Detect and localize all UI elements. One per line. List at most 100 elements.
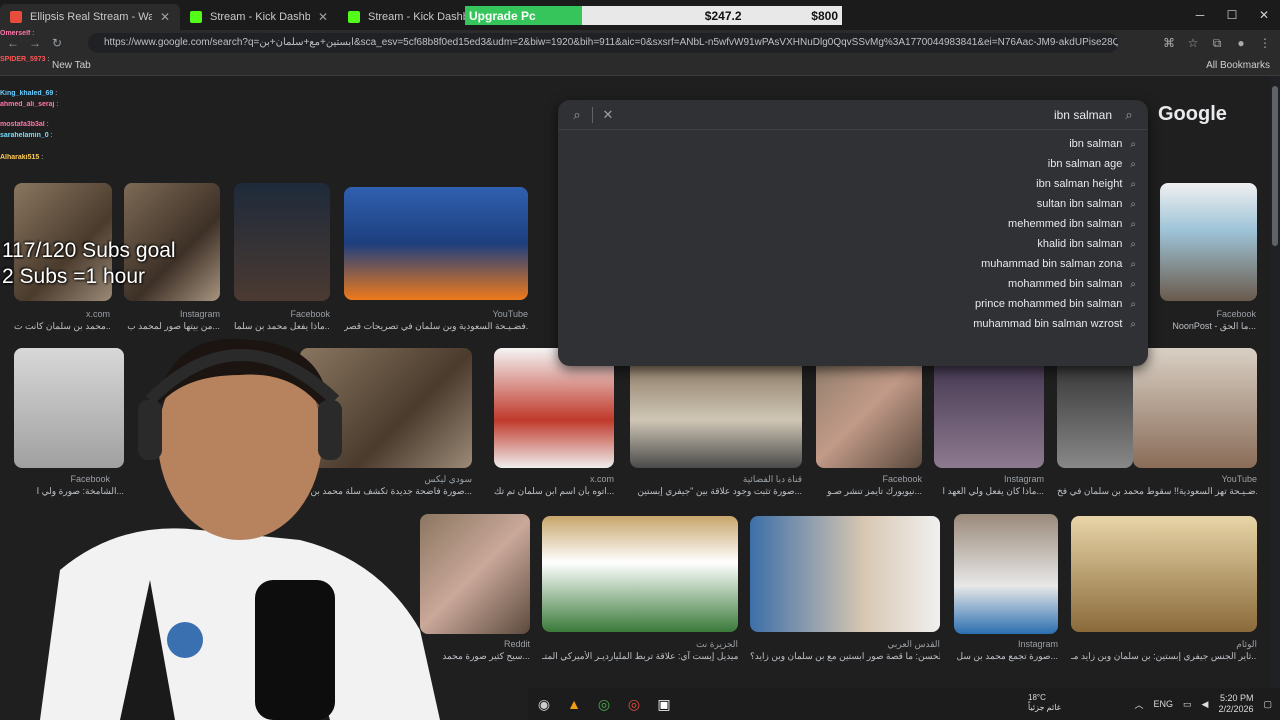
image-result[interactable] — [344, 187, 528, 300]
tray-chevron-icon[interactable]: ︿ — [1134, 698, 1143, 711]
image-result[interactable] — [1057, 348, 1133, 468]
suggestion-item[interactable]: mehemmed ibn salman ⌕ — [558, 214, 1148, 234]
search-icon: ⌕ — [1130, 278, 1136, 290]
chat-text: : — [30, 30, 35, 37]
webcam-overlay — [0, 330, 470, 720]
result-title[interactable]: ثاير الجنس جيفري إبستين: بن سلمان وبن زا… — [1071, 651, 1257, 662]
notification-icon[interactable]: ▢ — [1263, 699, 1272, 710]
language-indicator[interactable]: ENG — [1153, 699, 1173, 709]
result-source: YouTube — [492, 309, 528, 319]
image-result[interactable] — [816, 348, 922, 468]
result-source: Instagram — [179, 309, 220, 319]
app-icon[interactable]: ▲ — [560, 690, 588, 718]
tab-label: Stream - Kick Dashboard — [210, 11, 310, 23]
browser-tab[interactable]: Stream - Kick Dashboard ✕ — [180, 4, 338, 30]
chat-username: mostafa3b3al — [0, 121, 45, 128]
system-tray: ︿ ENG ▭ ◀ 5:20 PM 2/2/2026 ▢ — [1134, 688, 1280, 720]
search-input[interactable]: ibn salman — [617, 108, 1120, 122]
image-result[interactable] — [1133, 348, 1257, 468]
suggestion-item[interactable]: ibn salman ⌕ — [558, 134, 1148, 154]
minimize-icon[interactable]: ─ — [1184, 0, 1216, 30]
clock-date: 2/2/2026 — [1218, 704, 1254, 714]
search-icon: ⌕ — [1130, 298, 1136, 310]
search-icon[interactable]: ⌕ — [1120, 107, 1138, 123]
suggestion-item[interactable]: ibn salman height ⌕ — [558, 174, 1148, 194]
bookmarks-bar: New Tab All Bookmarks — [0, 56, 1280, 76]
suggestion-item[interactable]: ibn salman age ⌕ — [558, 154, 1148, 174]
result-title[interactable]: صورة تثبت وجود علاقة بين "جيفري إبستين..… — [630, 486, 802, 497]
translate-icon[interactable]: ⌘ — [1160, 34, 1178, 52]
suggestion-text: ibn salman — [1069, 138, 1123, 150]
search-icon: ⌕ — [1130, 218, 1136, 230]
address-toolbar: ← → ↻ https://www.google.com/search?q=اب… — [0, 30, 1280, 56]
page-scrollbar[interactable] — [1270, 76, 1280, 688]
window-controls: ─ ☐ ✕ — [1184, 0, 1280, 30]
image-result[interactable] — [234, 183, 330, 301]
chat-username: King_khaled_69 — [0, 90, 54, 97]
menu-dots-icon[interactable]: ⋮ — [1256, 34, 1274, 52]
epic-games-icon[interactable]: ▣ — [650, 690, 678, 718]
image-result[interactable] — [542, 516, 738, 632]
clock-time: 5:20 PM — [1219, 693, 1254, 703]
suggestion-item[interactable]: muhammad bin salman wzrost ⌕ — [558, 314, 1148, 334]
result-title[interactable]: الحسن: ما قصة صور ابستين مع بن سلمان وبن… — [750, 651, 940, 662]
network-icon[interactable]: ▭ — [1183, 699, 1192, 710]
volume-icon[interactable]: ◀ — [1202, 699, 1209, 710]
windows-taskbar: ◉ ▲ ◎ ◎ ▣ 18°C غائم جزئياً ︿ ENG ▭ ◀ 5:2… — [528, 688, 1280, 720]
result-title[interactable]: ميديل إيست آي: علاقة تربط المليارديـر ال… — [542, 651, 738, 662]
weather-widget[interactable]: 18°C غائم جزئياً — [1028, 693, 1061, 713]
result-title[interactable]: ضـيـحة تهز السعودية!! سقوط محمد بن سلمان… — [1057, 486, 1257, 497]
result-source: Facebook — [1216, 309, 1256, 319]
weather-temp: 18°C — [1028, 693, 1046, 702]
maximize-icon[interactable]: ☐ — [1216, 0, 1248, 30]
result-title[interactable]: اتوه بأن اسم ابن سلمان تم تك... — [494, 486, 614, 497]
image-result[interactable] — [494, 348, 614, 468]
chrome-icon[interactable]: ◎ — [590, 690, 618, 718]
suggestion-text: prince mohammed bin salman — [975, 298, 1123, 310]
extensions-icon[interactable]: ⧉ — [1208, 34, 1226, 52]
chat-text: : — [54, 100, 59, 108]
scrollbar-thumb[interactable] — [1272, 86, 1278, 246]
result-title[interactable]: نيويورك تايمز تنشر صـو... — [816, 486, 922, 497]
result-source: Facebook — [882, 474, 922, 484]
suggestion-text: muhammad bin salman wzrost — [973, 318, 1123, 330]
search-icon[interactable]: ⌕ — [568, 107, 586, 123]
chat-username: ahmed_ali_seraj — [0, 100, 55, 108]
system-clock[interactable]: 5:20 PM 2/2/2026 — [1218, 693, 1253, 715]
google-logo[interactable]: Google — [1158, 103, 1227, 126]
obs-app-icon[interactable]: ◉ — [530, 690, 558, 718]
result-title[interactable]: ماذا كان يفعل ولي العهد ا... — [934, 486, 1045, 497]
profile-avatar-icon[interactable]: ● — [1232, 34, 1250, 52]
suggestion-text: mehemmed ibn salman — [1008, 218, 1123, 230]
suggestion-text: ibn salman age — [1047, 158, 1123, 170]
toolbar-icons: ⌘ ☆ ⧉ ● ⋮ — [1160, 34, 1274, 52]
result-source: YouTube — [1221, 474, 1257, 484]
image-result[interactable] — [1071, 516, 1257, 632]
suggestion-item[interactable]: khalid ibn salman ⌕ — [558, 234, 1148, 254]
image-result[interactable] — [1160, 183, 1257, 301]
image-result[interactable] — [954, 514, 1058, 634]
all-bookmarks-button[interactable]: All Bookmarks — [1206, 60, 1270, 71]
image-result[interactable] — [750, 516, 940, 632]
subs-goal-overlay: 117/120 Subs goal 2 Subs =1 hour — [2, 238, 176, 290]
image-result[interactable] — [630, 348, 802, 468]
suggestion-item[interactable]: prince mohammed bin salman ⌕ — [558, 294, 1148, 314]
chrome-profile-icon[interactable]: ◎ — [620, 690, 648, 718]
clear-icon[interactable]: ✕ — [599, 107, 617, 123]
tab-close-icon[interactable]: ✕ — [318, 10, 328, 24]
suggestion-item[interactable]: mohammed bin salman ⌕ — [558, 274, 1148, 294]
suggestion-item[interactable]: sultan ibn salman ⌕ — [558, 194, 1148, 214]
result-title[interactable]: صورة تجمع محمد بن سل... — [954, 651, 1058, 662]
close-window-icon[interactable]: ✕ — [1248, 0, 1280, 30]
suggestion-item[interactable]: muhammad bin salman zona ⌕ — [558, 254, 1148, 274]
result-title[interactable]: NoonPost - ما الحق... — [1140, 321, 1256, 332]
search-icon: ⌕ — [1130, 258, 1136, 270]
divider — [592, 106, 593, 123]
bookmark-star-icon[interactable]: ☆ — [1184, 34, 1202, 52]
tab-close-icon[interactable]: ✕ — [160, 10, 170, 24]
chat-text: : — [48, 131, 53, 139]
search-input-row: ⌕ ✕ ibn salman ⌕ — [558, 100, 1148, 130]
suggestion-text: muhammad bin salman zona — [981, 258, 1123, 270]
url-field[interactable]: https://www.google.com/search?q=ابستين+م… — [88, 33, 1118, 53]
image-result[interactable] — [934, 348, 1044, 468]
